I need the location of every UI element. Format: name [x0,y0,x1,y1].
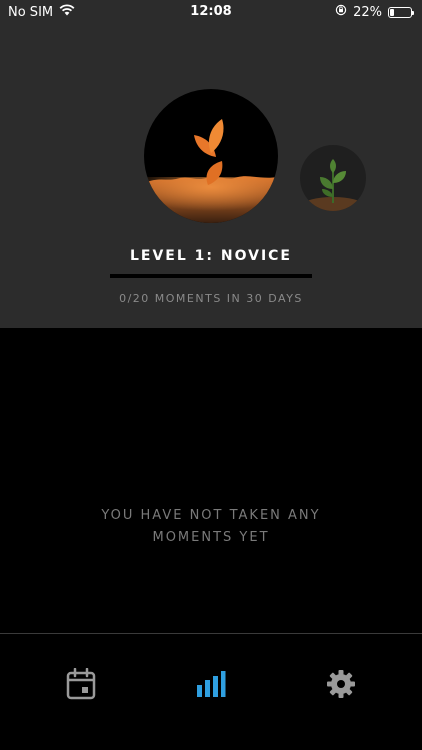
calendar-icon [66,668,96,700]
orientation-lock-icon [335,4,347,20]
gear-icon [327,670,355,698]
level-header: LEVEL 1: NOVICE 0/20 MOMENTS IN 30 DAYS [0,24,422,328]
battery-percent: 22% [353,4,382,20]
tab-calendar[interactable] [63,666,99,702]
battery-icon [388,6,414,18]
status-right: 22% [335,4,414,20]
moments-progress-bar [110,274,312,278]
level-title: LEVEL 1: NOVICE [129,248,292,264]
sprout-seed-icon [144,119,278,223]
next-level-badge [300,145,366,211]
moments-progress-text: 0/20 MOMENTS IN 30 DAYS [119,292,303,305]
tab-bar [0,633,422,750]
current-level-badge [144,89,278,223]
empty-state-message: YOU HAVE NOT TAKEN ANY MOMENTS YET [101,508,321,545]
bar-chart-icon [197,671,226,697]
moments-list: YOU HAVE NOT TAKEN ANY MOMENTS YET [0,328,422,633]
tab-settings[interactable] [323,666,359,702]
tab-stats[interactable] [193,666,229,702]
plant-icon [303,159,363,211]
status-bar: No SIM 12:08 22% [0,0,422,24]
